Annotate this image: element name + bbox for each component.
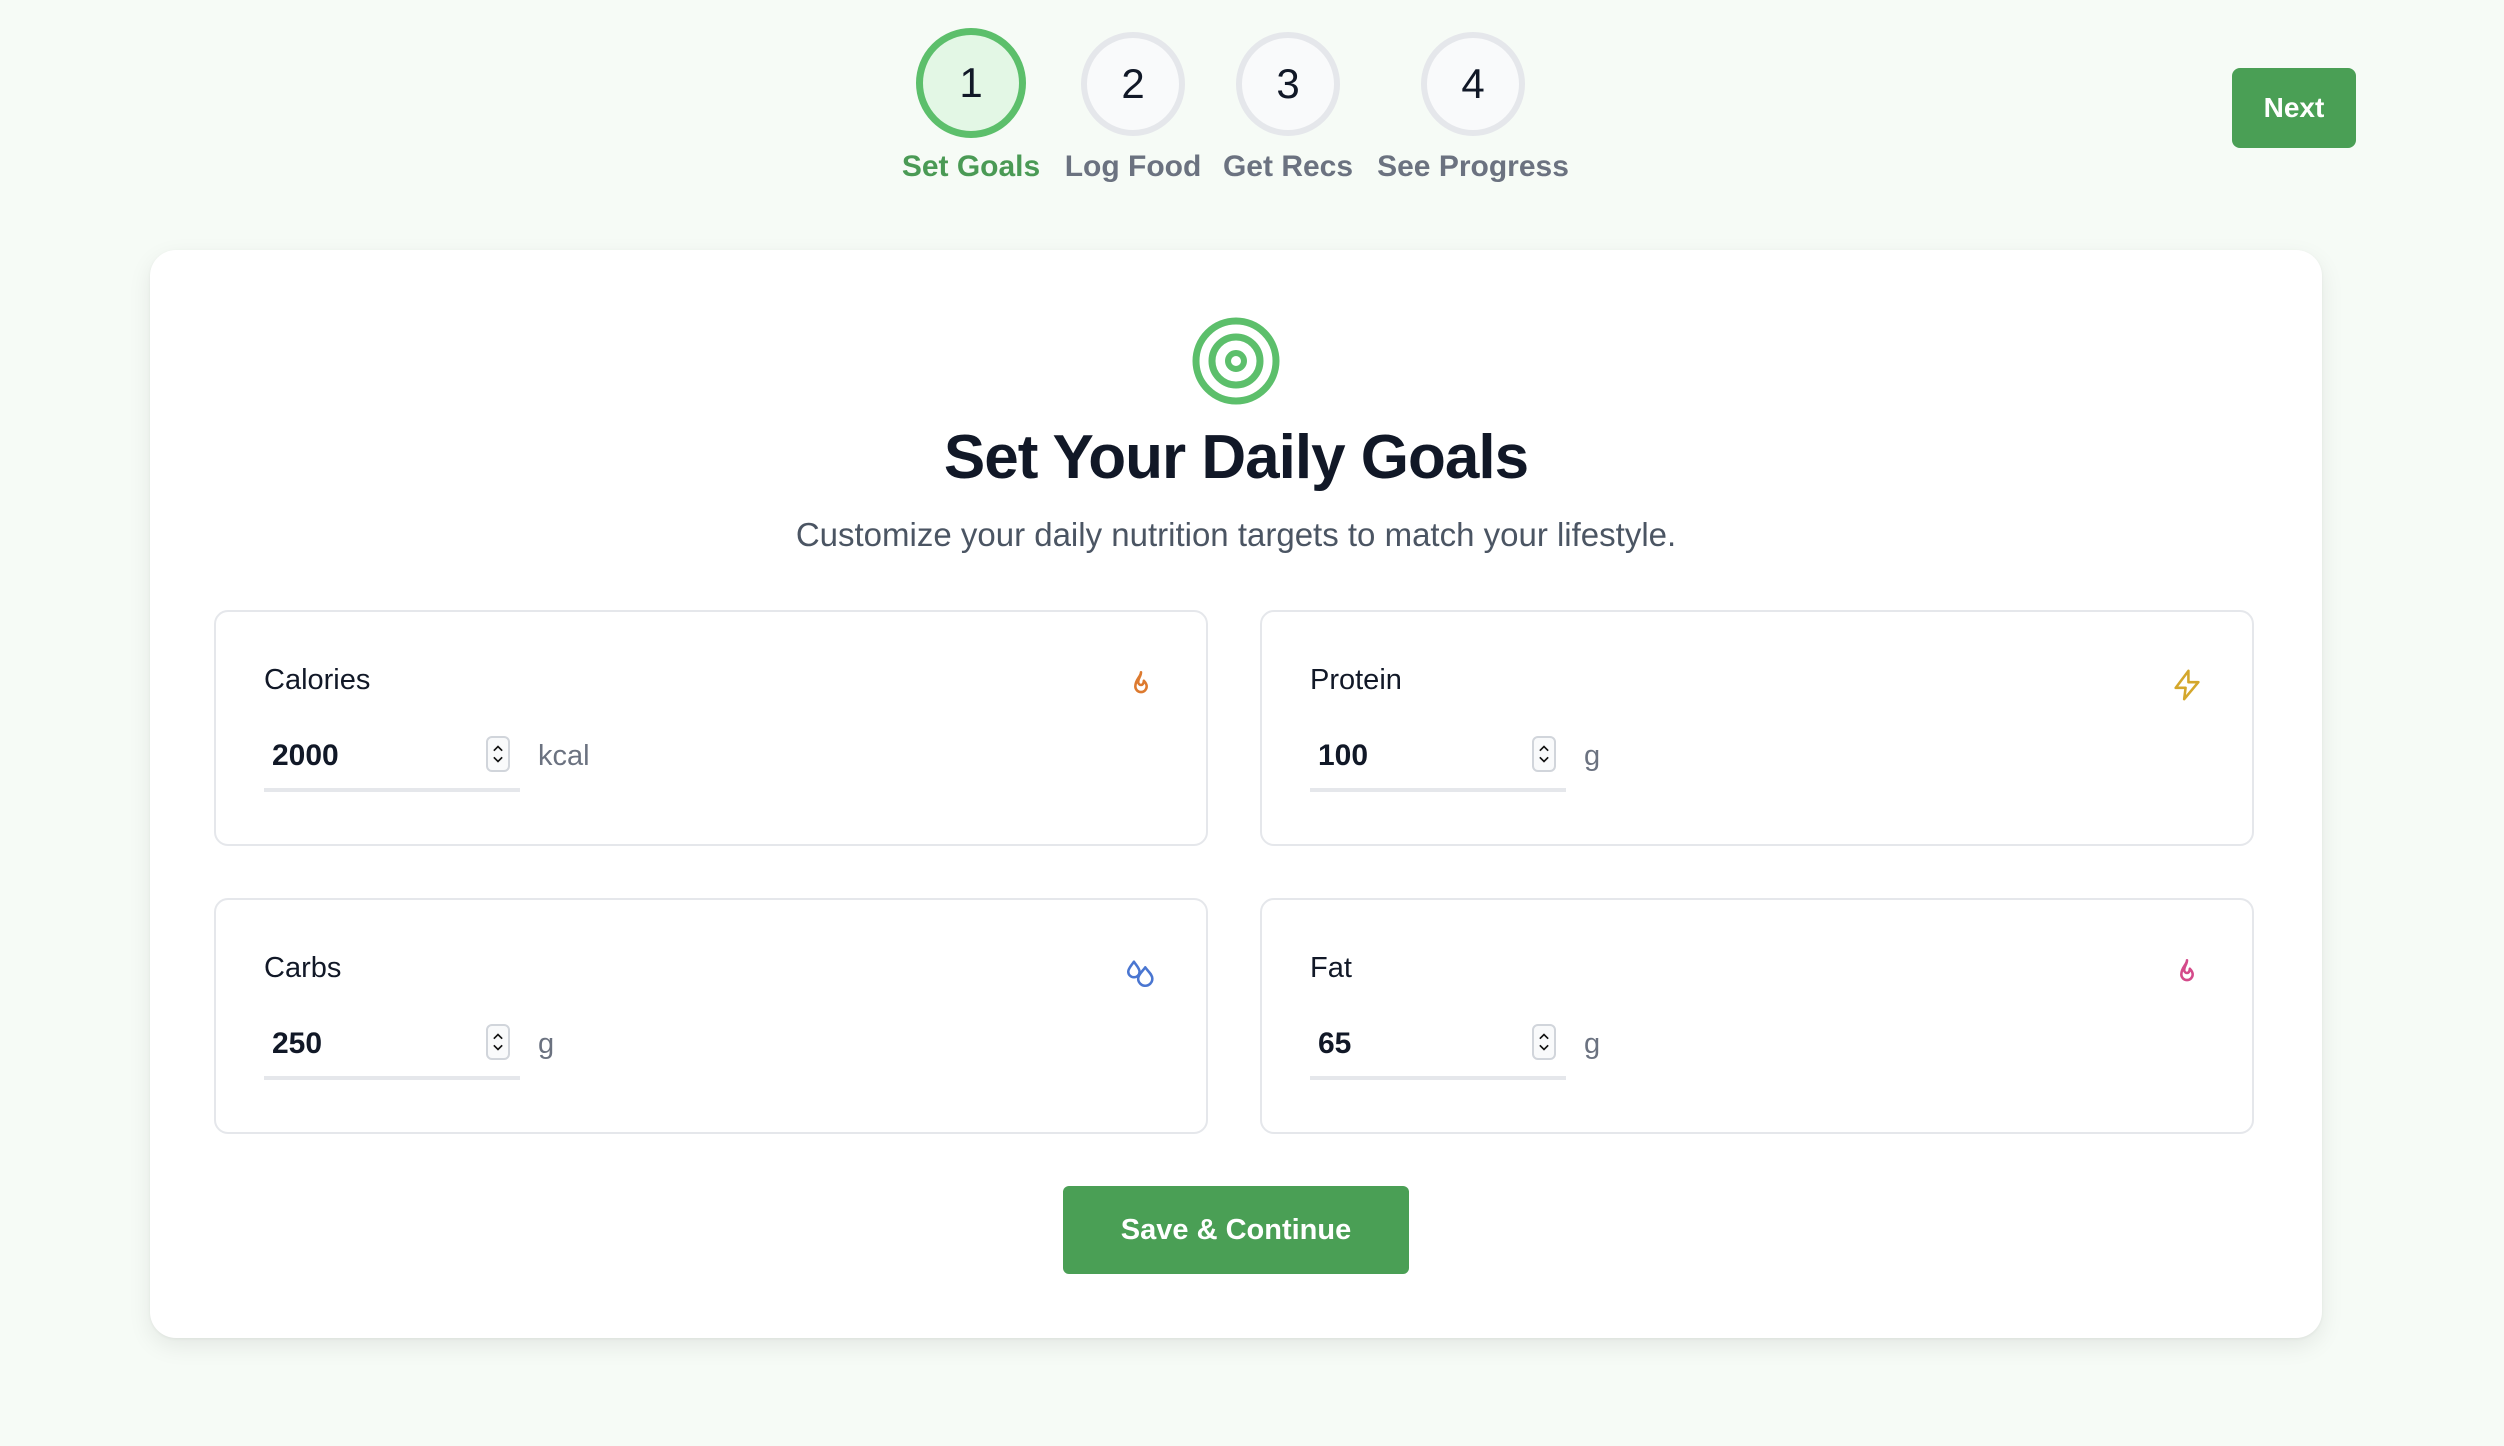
goal-label: Carbs xyxy=(264,952,342,984)
lightning-icon xyxy=(2174,669,2200,701)
protein-input[interactable] xyxy=(1310,726,1520,786)
step-number: 1 xyxy=(916,28,1026,138)
flame-icon xyxy=(2180,958,2194,982)
stepper-arrows-icon xyxy=(493,1033,503,1051)
number-stepper[interactable] xyxy=(486,736,510,772)
stepper-arrows-icon xyxy=(1539,745,1549,763)
unit-label: g xyxy=(1584,1028,1601,1060)
unit-label: g xyxy=(538,1028,555,1060)
unit-label: kcal xyxy=(538,740,590,772)
goal-label: Fat xyxy=(1310,952,1352,984)
page-title: Set Your Daily Goals xyxy=(943,423,1529,492)
step-label: Log Food xyxy=(1064,150,1202,183)
carbs-field xyxy=(264,1014,520,1080)
carbs-goal-card: Carbs g xyxy=(214,898,1208,1134)
number-stepper[interactable] xyxy=(1532,736,1556,772)
progress-stepper: 1 Set Goals 2 Log Food 3 Get Recs 4 See … xyxy=(0,0,2504,190)
goal-label: Calories xyxy=(264,664,371,696)
step-number: 3 xyxy=(1236,32,1340,136)
protein-field xyxy=(1310,726,1566,792)
step-number: 4 xyxy=(1421,32,1525,136)
calories-goal-card: Calories kcal xyxy=(214,610,1208,846)
page-subtitle: Customize your daily nutrition targets t… xyxy=(795,516,1677,553)
step-get-recs[interactable]: 3 Get Recs xyxy=(1223,32,1353,184)
calories-field xyxy=(264,726,520,792)
step-label: Set Goals xyxy=(901,150,1041,183)
stepper-arrows-icon xyxy=(493,745,503,763)
unit-label: g xyxy=(1584,740,1601,772)
fat-input[interactable] xyxy=(1310,1014,1520,1074)
step-set-goals[interactable]: 1 Set Goals xyxy=(902,28,1040,184)
goals-card: Set Your Daily Goals Customize your dail… xyxy=(150,250,2322,1338)
step-label: See Progress xyxy=(1377,150,1569,183)
step-number: 2 xyxy=(1081,32,1185,136)
step-see-progress[interactable]: 4 See Progress xyxy=(1373,32,1573,184)
calories-input[interactable] xyxy=(264,726,474,786)
protein-goal-card: Protein g xyxy=(1260,610,2254,846)
target-icon xyxy=(1192,317,1280,405)
number-stepper[interactable] xyxy=(1532,1024,1556,1060)
goal-label: Protein xyxy=(1310,664,1402,696)
step-log-food[interactable]: 2 Log Food xyxy=(1065,32,1201,184)
fat-goal-card: Fat g xyxy=(1260,898,2254,1134)
fat-field xyxy=(1310,1014,1566,1080)
number-stepper[interactable] xyxy=(486,1024,510,1060)
droplets-icon xyxy=(1126,960,1154,987)
save-continue-button[interactable]: Save & Continue xyxy=(1063,1186,1409,1274)
next-button[interactable]: Next xyxy=(2232,68,2356,148)
step-label: Get Recs xyxy=(1222,150,1354,183)
stepper-arrows-icon xyxy=(1539,1033,1549,1051)
carbs-input[interactable] xyxy=(264,1014,474,1074)
flame-icon xyxy=(1134,670,1148,694)
